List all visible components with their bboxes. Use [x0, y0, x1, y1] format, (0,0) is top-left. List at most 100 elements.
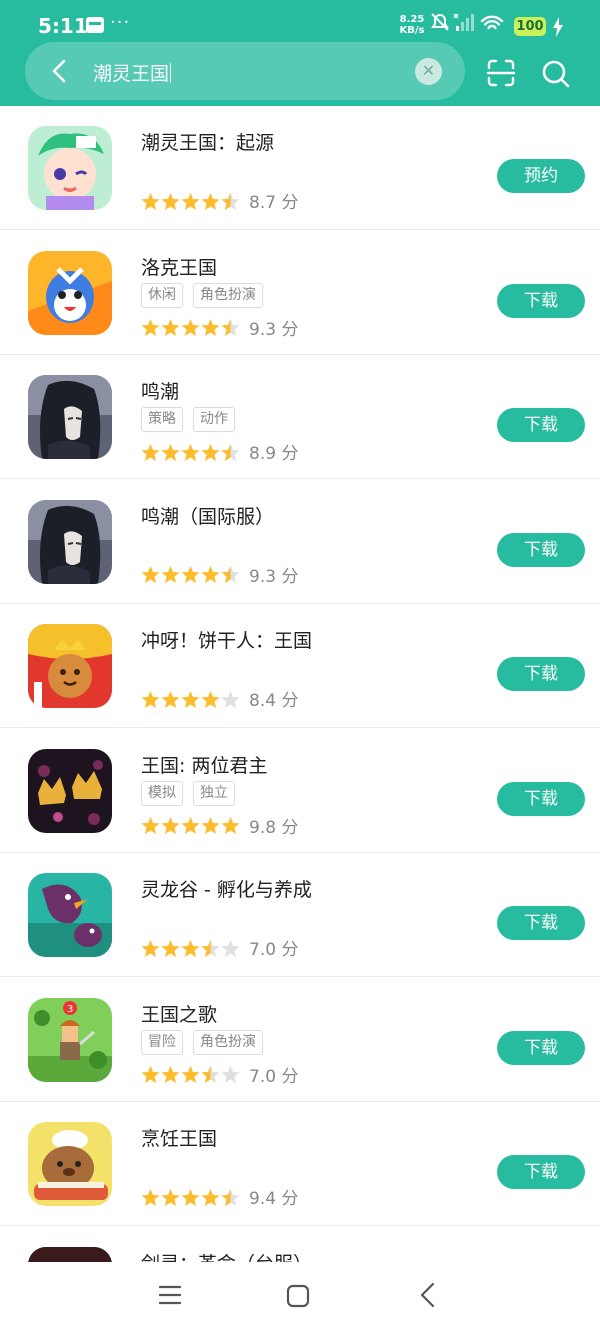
search-query: 潮灵王国 — [93, 63, 170, 85]
star-full-icon — [141, 939, 160, 957]
reserve-button[interactable]: 预约 — [497, 159, 585, 193]
app-list-item[interactable]: 冲呀！饼干人：王国 8.4 分 下载 — [0, 604, 600, 728]
app-title[interactable]: 灵龙谷 - 孵化与养成 — [141, 875, 312, 902]
wuthering-icon[interactable] — [28, 375, 112, 459]
app-rating: 9.4 分 — [141, 1184, 299, 1209]
app-tag: 独立 — [193, 780, 235, 806]
star-full-icon — [201, 319, 220, 336]
star-full-icon — [161, 443, 180, 461]
star-full-icon — [161, 939, 180, 957]
app-score: 9.8 分 — [249, 817, 299, 838]
status-icons — [431, 13, 504, 31]
download-button[interactable]: 下载 — [497, 283, 585, 318]
app-title[interactable]: 潮灵王国：起源 — [141, 128, 274, 155]
app-tags: 冒险 角色扮演 — [141, 1029, 273, 1056]
app-list-item[interactable]: 烹饪王国 9.4 分 下载 — [0, 1102, 600, 1226]
search-icon[interactable] — [540, 58, 572, 90]
star-full-icon — [161, 566, 180, 583]
app-title[interactable]: 王国之歌 — [141, 1000, 217, 1027]
download-button[interactable]: 下载 — [497, 1030, 585, 1065]
star-full-icon — [181, 690, 200, 708]
star-full-icon — [141, 319, 160, 336]
app-tag: 策略 — [141, 407, 183, 432]
app-score: 8.7 分 — [249, 193, 299, 213]
app-title[interactable]: 鸣潮（国际服） — [141, 502, 274, 529]
download-button[interactable]: 下载 — [497, 657, 585, 691]
scan-icon[interactable] — [486, 58, 516, 88]
star-half-icon — [221, 319, 240, 336]
app-rating: 7.0 分 — [141, 935, 298, 960]
app-title[interactable]: 鸣潮 — [141, 377, 179, 404]
app-tag: 角色扮演 — [193, 1029, 263, 1055]
status-bar: 5:11 ··· 8.25 KB/s 100 — [0, 0, 600, 44]
search-input[interactable]: 潮灵王国 — [93, 59, 172, 86]
app-tag: 模拟 — [141, 780, 183, 806]
star-full-icon — [161, 192, 180, 210]
app-score: 9.4 分 — [249, 1189, 299, 1209]
download-button[interactable]: 下载 — [497, 532, 585, 567]
app-list-item[interactable]: 王国: 两位君主 模拟 独立 9.8 分下载 — [0, 729, 600, 853]
star-full-icon — [201, 817, 220, 834]
crown-icon[interactable] — [28, 748, 112, 833]
star-full-icon — [141, 1188, 160, 1206]
download-button[interactable]: 下载 — [497, 781, 585, 816]
nav-back-icon[interactable] — [416, 1282, 440, 1308]
app-title[interactable]: 烹饪王国 — [141, 1124, 217, 1151]
app-title[interactable]: 洛克王国 — [141, 253, 217, 280]
download-button[interactable]: 下载 — [497, 408, 585, 442]
app-rating: 8.4 分 — [141, 686, 298, 711]
app-rating: 7.0 分 — [141, 1062, 298, 1087]
clear-search-button[interactable]: ✕ — [415, 58, 442, 85]
star-half-icon — [201, 939, 220, 957]
star-full-icon — [181, 319, 200, 336]
star-full-icon — [201, 690, 220, 708]
recent-apps-icon[interactable] — [158, 1284, 182, 1306]
star-half-icon — [221, 443, 240, 461]
rating-stars — [141, 1187, 241, 1207]
star-full-icon — [201, 443, 220, 461]
download-button[interactable]: 下载 — [497, 906, 585, 940]
star-full-icon — [161, 1066, 180, 1083]
app-list-item[interactable]: 潮灵王国：起源 8.7 分 预约 — [0, 106, 600, 230]
star-full-icon — [181, 1066, 200, 1083]
app-tag: 冒险 — [141, 1029, 183, 1055]
app-list-item[interactable]: 洛克王国 休闲 角色扮演 9.3 分 下载 — [0, 231, 600, 355]
app-tags: 模拟 独立 — [141, 780, 245, 807]
app-score: 9.3 分 — [249, 566, 299, 587]
cooking-icon[interactable] — [28, 1122, 112, 1206]
app-list-item[interactable]: 鸣潮（国际服） 9.3 分 下载 — [0, 480, 600, 604]
mute-icon — [431, 13, 449, 31]
cookie-icon[interactable] — [28, 624, 112, 708]
app-list-item[interactable]: 3 王国之歌 冒险 角色扮演 7.0 分 下载 — [0, 978, 600, 1102]
app-title[interactable]: 王国: 两位君主 — [141, 751, 267, 778]
star-full-icon — [141, 817, 160, 834]
app-list-item[interactable]: 灵龙谷 - 孵化与养成 7.0 分 下载 — [0, 853, 600, 977]
chaoling-icon[interactable] — [28, 126, 112, 210]
app-rating: 9.3 分 — [141, 315, 298, 340]
star-full-icon — [141, 1066, 160, 1083]
knight-icon[interactable]: 3 — [28, 997, 112, 1082]
wuthering-global-icon[interactable] — [28, 499, 112, 584]
rating-stars — [141, 317, 241, 337]
rating-stars — [141, 564, 241, 584]
app-tag: 休闲 — [141, 282, 183, 308]
star-empty-icon — [221, 1066, 240, 1083]
app-list-item[interactable]: 鸣潮 策略 动作 8.9 分下载 — [0, 355, 600, 479]
back-arrow-icon[interactable] — [45, 56, 75, 86]
star-full-icon — [141, 690, 160, 708]
download-button[interactable]: 下载 — [497, 1155, 585, 1189]
star-full-icon — [201, 566, 220, 583]
star-full-icon — [161, 319, 180, 336]
rating-stars — [141, 815, 241, 835]
star-empty-icon — [221, 939, 240, 957]
search-box[interactable]: 潮灵王国 ✕ — [25, 42, 465, 100]
roco-icon[interactable] — [28, 250, 112, 335]
dragon-icon[interactable] — [28, 873, 112, 957]
home-icon[interactable] — [286, 1284, 310, 1308]
star-half-icon — [221, 192, 240, 210]
star-full-icon — [221, 817, 240, 834]
star-full-icon — [201, 192, 220, 210]
app-title[interactable]: 冲呀！饼干人：王国 — [141, 626, 312, 653]
app-tags: 策略 动作 — [141, 407, 245, 433]
rating-stars — [141, 689, 241, 709]
